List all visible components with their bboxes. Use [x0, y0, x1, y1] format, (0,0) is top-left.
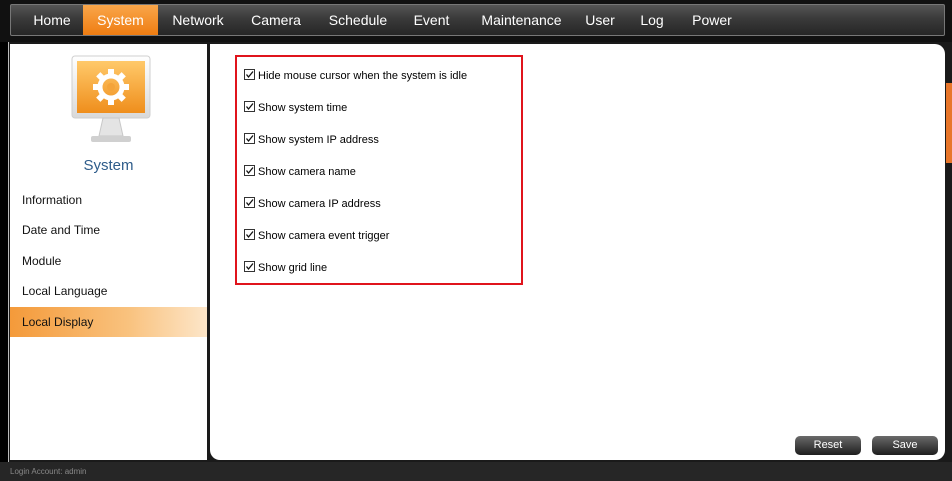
- checkbox-checked-icon[interactable]: [244, 197, 255, 208]
- option-label: Show system IP address: [258, 134, 379, 146]
- left-edge-strip: [0, 42, 9, 462]
- reset-button[interactable]: Reset: [795, 436, 861, 455]
- option-label: Show camera IP address: [258, 198, 381, 210]
- nav-item-camera[interactable]: Camera: [241, 5, 311, 35]
- nav-item-home[interactable]: Home: [23, 5, 81, 35]
- nav-item-power[interactable]: Power: [686, 5, 738, 35]
- save-button[interactable]: Save: [872, 436, 938, 455]
- sidebar: System Information Date and Time Module …: [10, 44, 207, 460]
- monitor-gear-icon: [71, 54, 151, 154]
- checkbox-checked-icon[interactable]: [244, 133, 255, 144]
- nav-item-network[interactable]: Network: [163, 5, 233, 35]
- checkbox-checked-icon[interactable]: [244, 69, 255, 80]
- nav-item-event[interactable]: Event: [404, 5, 459, 35]
- nav-bar: Home System Network Camera Schedule Even…: [10, 4, 945, 36]
- option-label: Show system time: [258, 102, 348, 114]
- option-label: Show camera name: [258, 166, 356, 178]
- nav-item-user[interactable]: User: [579, 5, 621, 35]
- nav-item-log[interactable]: Log: [633, 5, 671, 35]
- option-label: Hide mouse cursor when the system is idl…: [258, 70, 468, 82]
- checkbox-checked-icon[interactable]: [244, 101, 255, 112]
- checkbox-checked-icon[interactable]: [244, 165, 255, 176]
- nav-item-schedule[interactable]: Schedule: [319, 5, 397, 35]
- option-show-camera-event-trigger[interactable]: Show camera event trigger: [244, 228, 389, 244]
- right-edge-tab: [946, 83, 952, 163]
- nav-item-maintenance[interactable]: Maintenance: [469, 5, 574, 35]
- top-navigation: Home System Network Camera Schedule Even…: [0, 0, 952, 42]
- option-hide-mouse-cursor[interactable]: Hide mouse cursor when the system is idl…: [244, 68, 467, 84]
- option-show-grid-line[interactable]: Show grid line: [244, 260, 327, 276]
- option-label: Show camera event trigger: [258, 230, 390, 242]
- sidebar-item-module[interactable]: Module: [10, 246, 207, 276]
- sidebar-item-local-language[interactable]: Local Language: [10, 276, 207, 306]
- option-show-camera-ip[interactable]: Show camera IP address: [244, 196, 381, 212]
- sidebar-item-local-display[interactable]: Local Display: [10, 307, 207, 337]
- login-account-text: Login Account: admin: [10, 467, 87, 476]
- sidebar-item-information[interactable]: Information: [10, 185, 207, 215]
- nav-item-system[interactable]: System: [83, 5, 158, 35]
- option-show-system-ip[interactable]: Show system IP address: [244, 132, 379, 148]
- sidebar-title: System: [83, 157, 134, 174]
- checkbox-checked-icon[interactable]: [244, 229, 255, 240]
- main-content: Hide mouse cursor when the system is idl…: [210, 44, 945, 460]
- option-label: Show grid line: [258, 262, 328, 274]
- option-show-camera-name[interactable]: Show camera name: [244, 164, 356, 180]
- option-show-system-time[interactable]: Show system time: [244, 100, 347, 116]
- checkbox-checked-icon[interactable]: [244, 261, 255, 272]
- sidebar-item-date-and-time[interactable]: Date and Time: [10, 215, 207, 245]
- footer-bar: Login Account: admin: [0, 462, 952, 481]
- display-options-group: Hide mouse cursor when the system is idl…: [235, 55, 523, 285]
